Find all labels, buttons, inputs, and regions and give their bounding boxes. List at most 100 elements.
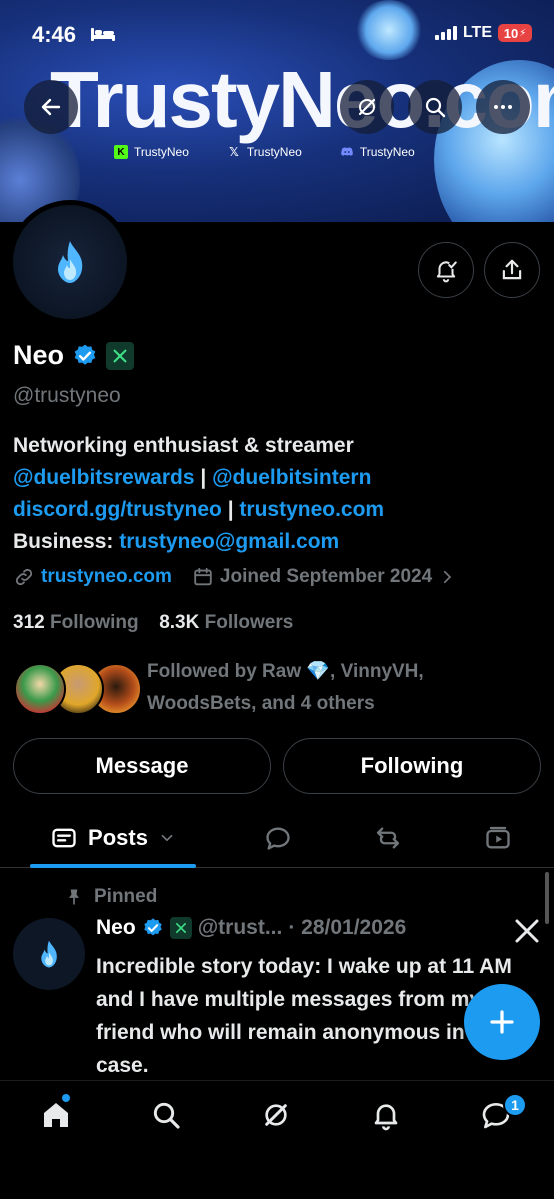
- home-icon: [44, 1103, 68, 1127]
- social-label: TrustyNeo: [359, 145, 415, 159]
- scrollbar[interactable]: [545, 872, 549, 924]
- chevron-right-icon[interactable]: [438, 568, 456, 586]
- more-icon: [494, 105, 512, 109]
- post-author-name[interactable]: Neo: [96, 916, 136, 940]
- search-icon: [153, 1102, 180, 1129]
- bio-line: Networking enthusiast & streamer: [13, 434, 354, 457]
- tab-reposts[interactable]: [360, 808, 416, 868]
- nav-grok[interactable]: [256, 1095, 296, 1135]
- verified-badge-icon: [143, 918, 162, 936]
- status-indicators: LTE 10 ⚡: [434, 24, 532, 42]
- profile-name-row: Neo: [13, 340, 135, 371]
- joined-date[interactable]: Joined September 2024: [220, 566, 432, 588]
- bio-line: Business: trustyneo@gmail.com: [13, 526, 543, 558]
- posts-icon: [52, 828, 76, 848]
- profile-bio: Networking enthusiast & streamer @duelbi…: [13, 430, 543, 558]
- discord-icon: [340, 145, 354, 159]
- more-button[interactable]: [476, 80, 530, 134]
- status-time: 4:46: [32, 22, 77, 47]
- followers-count-link[interactable]: 8.3K Followers: [159, 612, 293, 633]
- profile-name: Neo: [13, 340, 65, 370]
- search-icon: [425, 97, 446, 118]
- post-header: Neo @trust... · 28/01/2026: [96, 916, 406, 940]
- post-date: · 28/01/2026: [288, 916, 407, 939]
- video-media-icon: [486, 826, 510, 849]
- grok-button[interactable]: [340, 80, 394, 134]
- bio-business-label: Business:: [13, 530, 120, 553]
- nav-search[interactable]: [146, 1095, 186, 1135]
- sleep-mode-icon: [91, 28, 115, 41]
- notifications-subscribe-button[interactable]: [418, 242, 474, 298]
- social-label: TrustyNeo: [246, 145, 302, 159]
- avatar: [14, 663, 66, 715]
- nav-home[interactable]: [36, 1095, 76, 1135]
- tab-posts[interactable]: Posts: [30, 808, 196, 868]
- nav-notifications[interactable]: [366, 1095, 406, 1135]
- blue-flame-icon: [58, 241, 83, 283]
- home-unread-dot: [62, 1094, 70, 1102]
- bio-line: discord.gg/trustyneo | trustyneo.com: [13, 494, 543, 526]
- follow-counts: 312 Following 8.3K Followers: [13, 612, 293, 634]
- affiliate-badge-icon[interactable]: [106, 341, 135, 370]
- message-button[interactable]: Message: [13, 738, 271, 794]
- website-link[interactable]: trustyneo.com: [41, 566, 172, 588]
- following-label: Following: [49, 612, 139, 633]
- bio-email-link[interactable]: trustyneo@gmail.com: [119, 530, 339, 553]
- followed-by-avatars[interactable]: [14, 663, 142, 717]
- active-tab-indicator: [30, 864, 196, 868]
- bio-mention-link[interactable]: @duelbitsintern: [212, 466, 371, 489]
- blue-flame-icon: [41, 940, 57, 968]
- bio-mention-link[interactable]: @duelbitsrewards: [13, 466, 195, 489]
- share-button[interactable]: [484, 242, 540, 298]
- status-bar: 4:46 LTE 10 ⚡: [0, 0, 554, 70]
- following-button[interactable]: Following: [283, 738, 541, 794]
- kick-icon: K: [114, 145, 128, 159]
- bio-separator: |: [194, 466, 213, 489]
- post-author-avatar[interactable]: [13, 918, 85, 990]
- pin-icon: [69, 889, 79, 905]
- bio-separator: |: [221, 498, 240, 521]
- link-icon: [15, 568, 33, 586]
- pinned-label: Pinned: [94, 886, 158, 907]
- following-count-link[interactable]: 312 Following: [13, 612, 139, 633]
- social-label: TrustyNeo: [134, 145, 189, 159]
- post-text[interactable]: Incredible story today: I wake up at 11 …: [96, 950, 516, 1082]
- battery-level: 10: [503, 25, 519, 41]
- followers-count: 8.3K: [159, 612, 200, 633]
- bio-url-link[interactable]: trustyneo.com: [239, 498, 384, 521]
- grok-icon: [265, 1104, 287, 1126]
- pinned-indicator: Pinned: [64, 886, 157, 908]
- calendar-icon: [194, 567, 212, 586]
- grok-icon: [358, 98, 376, 116]
- profile-handle: @trustyneo: [13, 384, 121, 407]
- chevron-down-icon: [161, 834, 173, 842]
- followers-label: Followers: [204, 612, 294, 633]
- back-button[interactable]: [24, 80, 78, 134]
- share-icon: [502, 259, 522, 280]
- battery-icon: 10 ⚡: [498, 24, 532, 42]
- bell-check-icon: [436, 261, 457, 283]
- search-button[interactable]: [408, 80, 462, 134]
- bell-icon: [374, 1104, 398, 1131]
- bottom-navigation: [0, 1080, 554, 1199]
- profile-avatar[interactable]: [8, 200, 132, 324]
- avatar-image: [13, 205, 127, 319]
- x-logo-icon: [515, 919, 539, 943]
- x-icon: 𝕏: [229, 145, 239, 159]
- arrow-left-icon: [41, 98, 61, 116]
- bio-url-link[interactable]: discord.gg/trustyneo: [13, 498, 222, 521]
- banner-social-discord: TrustyNeo: [340, 145, 415, 159]
- followed-by-text[interactable]: Followed by Raw 💎, VinnyVH, WoodsBets, a…: [147, 656, 527, 720]
- compose-post-button[interactable]: [464, 984, 540, 1060]
- post-author-handle[interactable]: @trust...: [198, 916, 283, 940]
- tab-media[interactable]: [470, 808, 526, 868]
- banner-social-x: 𝕏 TrustyNeo: [227, 145, 302, 159]
- repost-icon: [376, 827, 400, 849]
- following-count: 312: [13, 612, 45, 633]
- tab-replies[interactable]: [250, 808, 306, 868]
- banner-social-kick: K TrustyNeo: [114, 145, 189, 159]
- signal-icon: [434, 26, 457, 40]
- verified-badge-icon[interactable]: [72, 343, 98, 369]
- network-label: LTE: [462, 24, 492, 41]
- banner-socials: K TrustyNeo 𝕏 TrustyNeo TrustyNeo: [114, 145, 415, 159]
